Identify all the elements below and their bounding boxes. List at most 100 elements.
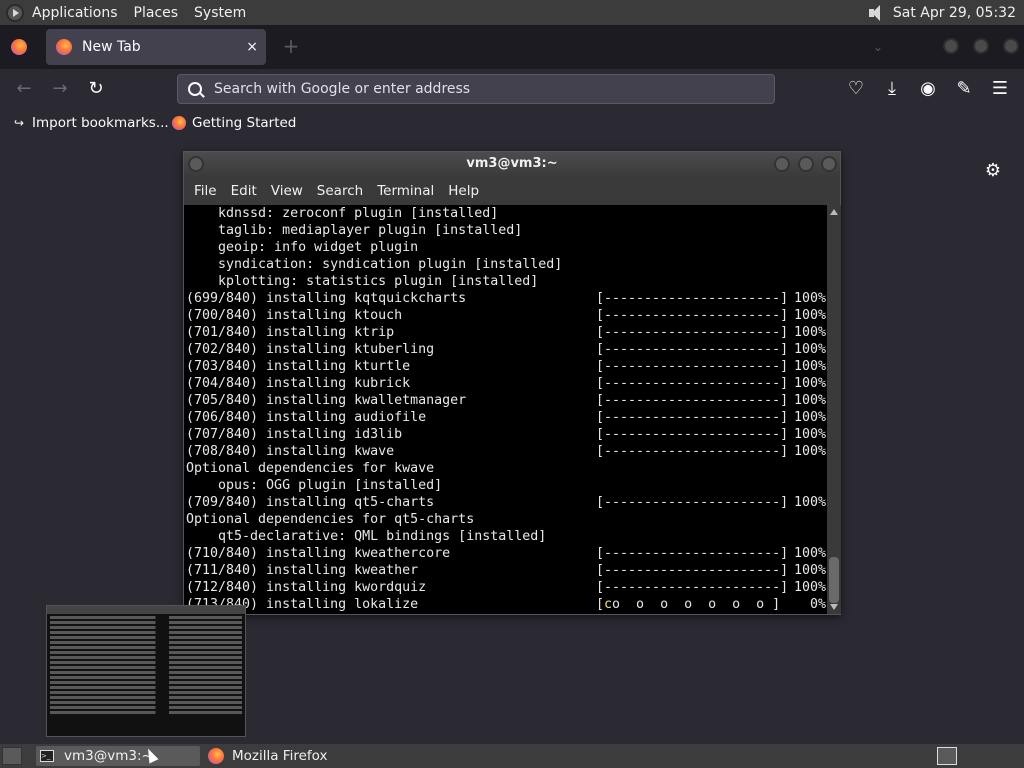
terminal-menu-file[interactable]: File — [194, 183, 217, 199]
volume-icon[interactable] — [867, 4, 885, 22]
menu-applications[interactable]: Applications — [32, 5, 118, 21]
preview-line — [50, 631, 242, 634]
preview-line — [50, 636, 242, 639]
terminal-line: (712/840) installing kwordquiz [---------… — [184, 579, 827, 596]
progress-bar-text: [----------------------] — [596, 563, 789, 578]
preview-line — [50, 666, 242, 669]
progress-bar: [----------------------] — [596, 562, 788, 579]
url-bar[interactable]: Search with Google or enter address — [177, 74, 775, 104]
terminal-menu-terminal[interactable]: Terminal — [377, 183, 434, 199]
download-icon[interactable]: ⤓ — [880, 77, 904, 101]
menu-system[interactable]: System — [194, 5, 246, 21]
preview-menubar — [47, 606, 245, 614]
pocket-icon[interactable]: ♡ — [844, 77, 868, 101]
terminal-menu-view[interactable]: View — [271, 183, 303, 199]
terminal-line-text: (705/840) installing kwalletmanager — [186, 393, 467, 408]
terminal-window-menu-button[interactable] — [188, 156, 204, 172]
account-icon[interactable]: ◉ — [916, 77, 940, 101]
progress-bar-text: [----------------------] — [596, 342, 789, 357]
preview-line — [50, 671, 242, 674]
terminal-line-text: (709/840) installing qt5-charts — [186, 495, 435, 510]
terminal-line: (711/840) installing kweather [----------… — [184, 562, 827, 579]
terminal-menu-help[interactable]: Help — [448, 183, 479, 199]
preview-content — [47, 616, 245, 714]
task-firefox[interactable]: Mozilla Firefox — [204, 746, 364, 766]
terminal-line-text: (700/840) installing ktouch — [186, 308, 403, 323]
preview-line — [50, 621, 242, 624]
terminal-line-text: (711/840) installing kweather — [186, 563, 419, 578]
extensions-icon[interactable]: ✎ — [952, 77, 976, 101]
preview-line — [50, 616, 242, 619]
preview-line — [50, 681, 242, 684]
terminal-line: (713/840) installing lokalize [co o o o o… — [184, 596, 827, 613]
task-terminal[interactable]: >_ vm3@vm3:~ — [36, 746, 200, 766]
bookmark-getting-started[interactable]: Getting Started — [172, 115, 296, 131]
progress-bar-text: [----------------------] — [596, 376, 789, 391]
scroll-up-icon[interactable] — [830, 209, 838, 215]
progress-bar: [----------------------] — [596, 307, 788, 324]
menu-icon[interactable]: ☰ — [988, 77, 1012, 101]
progress-percent: 100% — [794, 393, 827, 408]
terminal-line-text: (703/840) installing kturtle — [186, 359, 411, 374]
show-desktop-icon[interactable] — [2, 747, 22, 765]
terminal-line-text: Optional dependencies for kwave — [186, 461, 435, 476]
menu-places[interactable]: Places — [134, 5, 179, 21]
terminal-line-text: qt5-declarative: QML bindings [installed… — [186, 529, 547, 544]
terminal-line-text: opus: OGG plugin [installed] — [186, 478, 443, 493]
terminal-line: (706/840) installing audiofile [---------… — [184, 409, 827, 426]
terminal-output[interactable]: kdnssd: zeroconf plugin [installed] tagl… — [184, 205, 827, 614]
progress-percent: 100% — [794, 308, 827, 323]
preview-line — [50, 691, 242, 694]
terminal-line: Optional dependencies for kwave — [184, 460, 827, 477]
progress-bar: [----------------------] — [596, 358, 788, 375]
terminal-close-button[interactable] — [821, 156, 837, 172]
reload-icon[interactable]: ↻ — [84, 77, 108, 101]
terminal-menu-edit[interactable]: Edit — [231, 183, 257, 199]
terminal-title-bar[interactable]: vm3@vm3:~ — [184, 152, 840, 176]
terminal-maximize-button[interactable] — [798, 156, 814, 172]
progress-percent: 100% — [794, 427, 827, 442]
tab-new-tab[interactable]: New Tab × — [46, 29, 266, 65]
progress-bar-rest: o o o o o o o ] — [612, 597, 781, 612]
progress-percent: 100% — [794, 291, 827, 306]
terminal-menu-search[interactable]: Search — [317, 183, 363, 199]
terminal-line-text: (701/840) installing ktrip — [186, 325, 395, 340]
terminal-window-preview[interactable] — [46, 605, 246, 737]
workspace-switcher[interactable] — [937, 747, 957, 765]
forward-icon[interactable]: → — [48, 77, 72, 101]
terminal-minimize-button[interactable] — [774, 156, 790, 172]
progress-bar-text: [ — [596, 597, 605, 612]
terminal-line-text: (706/840) installing audiofile — [186, 410, 427, 425]
terminal-window[interactable]: vm3@vm3:~ File Edit View Search Terminal… — [183, 151, 841, 615]
minimize-window-button[interactable] — [943, 38, 959, 54]
terminal-line: (709/840) installing qt5-charts [--------… — [184, 494, 827, 511]
list-all-tabs-icon[interactable]: ⌄ — [868, 37, 888, 57]
terminal-line-text: syndication: syndication plugin [install… — [186, 257, 563, 272]
tab-close-icon[interactable]: × — [246, 39, 258, 55]
maximize-window-button[interactable] — [973, 38, 989, 54]
scrollbar-thumb[interactable] — [829, 557, 839, 603]
progress-bar-text: [----------------------] — [596, 325, 789, 340]
clock[interactable]: Sat Apr 29, 05:32 — [893, 5, 1016, 21]
scroll-down-icon[interactable] — [830, 604, 838, 610]
gear-icon[interactable]: ⚙ — [983, 161, 1003, 181]
new-tab-button[interactable]: + — [280, 35, 302, 57]
preview-line — [50, 706, 242, 709]
terminal-scrollbar[interactable] — [827, 205, 841, 614]
preview-line — [50, 646, 242, 649]
firefox-logo-icon — [11, 39, 27, 55]
close-window-button[interactable] — [1003, 38, 1019, 54]
progress-pacman: c — [604, 597, 613, 612]
bookmark-import[interactable]: ↪ Import bookmarks... — [12, 115, 169, 131]
terminal-line: (701/840) installing ktrip [-------------… — [184, 324, 827, 341]
firefox-bookmark-icon — [172, 116, 186, 130]
progress-percent: 100% — [794, 342, 827, 357]
progress-percent: 100% — [794, 580, 827, 595]
progress-bar-text: [----------------------] — [596, 359, 789, 374]
bookmarks-bar: ↪ Import bookmarks... Getting Started — [0, 109, 1024, 140]
distro-logo-icon[interactable] — [6, 3, 24, 22]
progress-percent: 100% — [794, 410, 827, 425]
back-icon[interactable]: ← — [12, 77, 36, 101]
progress-bar: [----------------------] — [596, 426, 788, 443]
terminal-line: (710/840) installing kweathercore [------… — [184, 545, 827, 562]
